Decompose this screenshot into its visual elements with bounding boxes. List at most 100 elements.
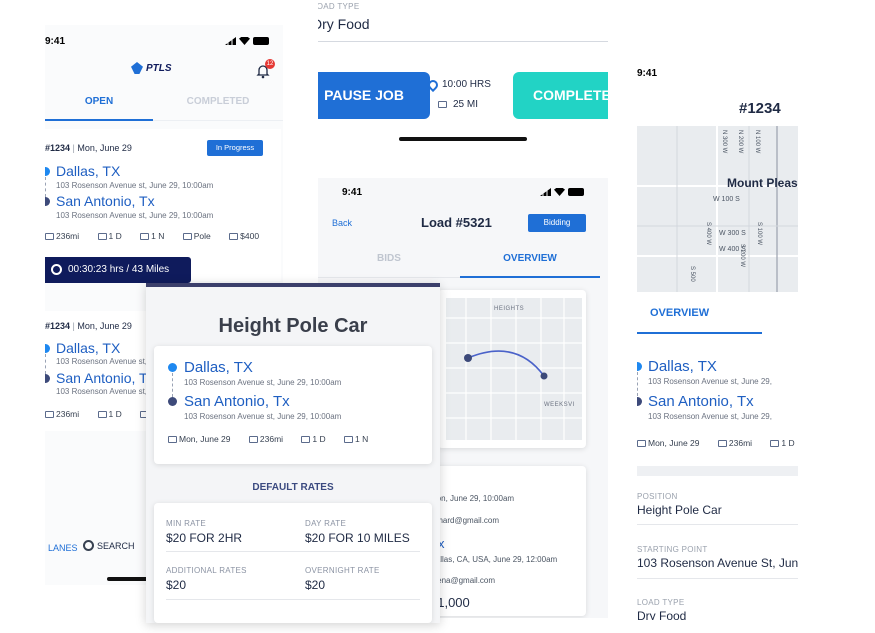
field-divider xyxy=(637,578,798,579)
battery-icon xyxy=(568,188,584,196)
map-label: N 200 W xyxy=(737,130,743,154)
rate-divider xyxy=(166,599,420,600)
meta-nights: 1 N xyxy=(355,434,369,444)
pickup-city: Dallas, TX xyxy=(56,163,121,179)
day-icon xyxy=(97,233,107,241)
load-type-label: LOAD TYPE xyxy=(318,2,360,11)
status-time: 9:41 xyxy=(45,36,66,47)
active-job-screen: LOAD TYPE Dry Food PAUSE JOB 10:00 HRS 2… xyxy=(318,0,608,150)
pickup-dot xyxy=(45,167,50,176)
location-pin-icon xyxy=(425,77,441,92)
back-button[interactable]: Back xyxy=(332,218,352,228)
dropoff-dot xyxy=(637,397,642,406)
complete-button[interactable]: COMPLETE xyxy=(513,72,608,119)
timer-text: 00:30:23 hrs / 43 Miles xyxy=(68,264,170,275)
notification-bell[interactable]: 12 xyxy=(255,59,275,79)
night-icon xyxy=(140,233,150,241)
tab-completed-label: COMPLETED xyxy=(186,96,250,107)
pickup-dot xyxy=(637,362,642,371)
night-icon xyxy=(344,436,354,444)
load-type-value: Dry Food xyxy=(318,16,370,32)
page-title: Load #5321 xyxy=(421,215,492,230)
dropoff-address: 103 Rosenson Avenue st, June 29, 10:00am xyxy=(184,412,342,421)
map-label: S 500 xyxy=(689,266,695,282)
map-label: S 200 W xyxy=(739,244,745,268)
load-type-label: LOAD TYPE xyxy=(637,598,685,607)
pause-job-button[interactable]: PAUSE JOB xyxy=(318,72,430,119)
route-meta: Mon, June 29 236mi 1 D 1 N xyxy=(168,434,384,444)
meta-days: 1 D xyxy=(312,434,326,444)
day-icon xyxy=(301,436,311,444)
status-badge: In Progress xyxy=(207,140,263,156)
battery-icon xyxy=(253,37,269,45)
route-map[interactable]: HEIGHTS WEEKSVI xyxy=(446,298,582,440)
day-icon xyxy=(770,440,780,448)
meta-date: Mon, June 29 xyxy=(648,438,700,448)
min-rate-value: $20 FOR 2HR xyxy=(166,531,243,545)
day-rate-label: DAY RATE xyxy=(305,519,347,528)
job-meta: 236mi 1 D 1 N Pole $400 xyxy=(45,231,275,241)
route-map-card: HEIGHTS WEEKSVI xyxy=(438,290,586,448)
calendar-icon xyxy=(637,440,646,448)
tab-open-label: OPEN xyxy=(84,96,114,107)
dropoff-city: San Antonio, Tx xyxy=(56,193,155,209)
signal-icon xyxy=(540,188,551,196)
map-label: W 100 S xyxy=(713,196,740,203)
tab-open[interactable]: OPEN xyxy=(45,87,153,121)
job-duration: 10:00 HRS xyxy=(425,77,491,92)
tab-bids[interactable]: BIDS xyxy=(318,248,460,278)
wifi-icon xyxy=(239,37,250,45)
job-map[interactable]: Mount Pleas W 100 S W 300 S W 400 S N 30… xyxy=(637,126,798,292)
map-label: W 300 S xyxy=(719,230,746,237)
job-card[interactable]: #1234 | Mon, June 29 In Progress Dallas,… xyxy=(45,129,281,283)
status-time: 9:41 xyxy=(342,187,363,198)
duration-text: 10:00 HRS xyxy=(442,79,491,90)
position-label: POSITION xyxy=(637,492,678,501)
nav-lanes[interactable]: LANES xyxy=(48,543,78,553)
job-date: Mon, June 29 xyxy=(77,321,132,331)
tab-bids-label: BIDS xyxy=(377,253,401,264)
tab-overview[interactable]: OVERVIEW xyxy=(460,248,600,278)
starting-point-value: 103 Rosenson Avenue St, June xyxy=(637,556,798,570)
field-divider xyxy=(318,41,608,42)
status-icons xyxy=(540,188,584,196)
route-line xyxy=(45,354,46,374)
pickup-address: 103 Rosenson Avenue st, June 29, 10:00am xyxy=(184,378,342,387)
money-icon xyxy=(229,233,239,241)
field-divider xyxy=(637,524,798,525)
ptls-logo: PTLS xyxy=(131,62,172,74)
job-id-date: #1234 | Mon, June 29 xyxy=(45,143,132,153)
distance-icon xyxy=(45,233,54,241)
tab-completed[interactable]: COMPLETED xyxy=(153,87,283,121)
service-detail-sheet: Height Pole Car Dallas, TX 103 Rosenson … xyxy=(146,283,440,623)
rates-heading: DEFAULT RATES xyxy=(252,482,334,493)
tab-overview-label: OVERVIEW xyxy=(503,253,557,264)
pickup-dot xyxy=(168,363,177,372)
nav-search[interactable]: SEARCH xyxy=(83,540,135,551)
notification-badge: 12 xyxy=(265,59,275,69)
dropoff-dot xyxy=(45,374,50,383)
dropoff-city: San Antonio, Tx xyxy=(56,370,155,386)
rates-card: MIN RATE $20 FOR 2HR DAY RATE $20 FOR 10… xyxy=(154,503,432,623)
tab-overview[interactable]: OVERVIEW xyxy=(637,300,762,334)
meta-date: Mon, June 29 xyxy=(179,434,231,444)
map-label: N 100 W xyxy=(754,130,760,154)
map-streets xyxy=(446,298,582,440)
meta-nights: 1 N xyxy=(151,231,165,241)
map-label: WEEKSVI xyxy=(544,402,575,408)
distance-icon xyxy=(45,411,54,419)
dropoff-dot xyxy=(168,397,177,406)
dropoff-address: 103 Rosenson Avenue st, June 29, 10:00am xyxy=(56,211,214,220)
map-label: Mount Pleas xyxy=(727,176,798,190)
map-label: S 100 W xyxy=(756,222,762,246)
day-rate-value: $20 FOR 10 MILES xyxy=(305,531,410,545)
route-line xyxy=(172,373,173,397)
calendar-icon xyxy=(168,436,177,444)
pickup-city: Dallas, TX xyxy=(184,359,253,376)
meta-days: 1 D xyxy=(781,438,795,448)
distance-icon xyxy=(248,436,258,444)
day-icon xyxy=(97,411,107,419)
meta-price: $400 xyxy=(240,231,260,241)
dropoff-city: San Antonio, Tx xyxy=(184,393,290,410)
map-label: HEIGHTS xyxy=(494,306,525,312)
